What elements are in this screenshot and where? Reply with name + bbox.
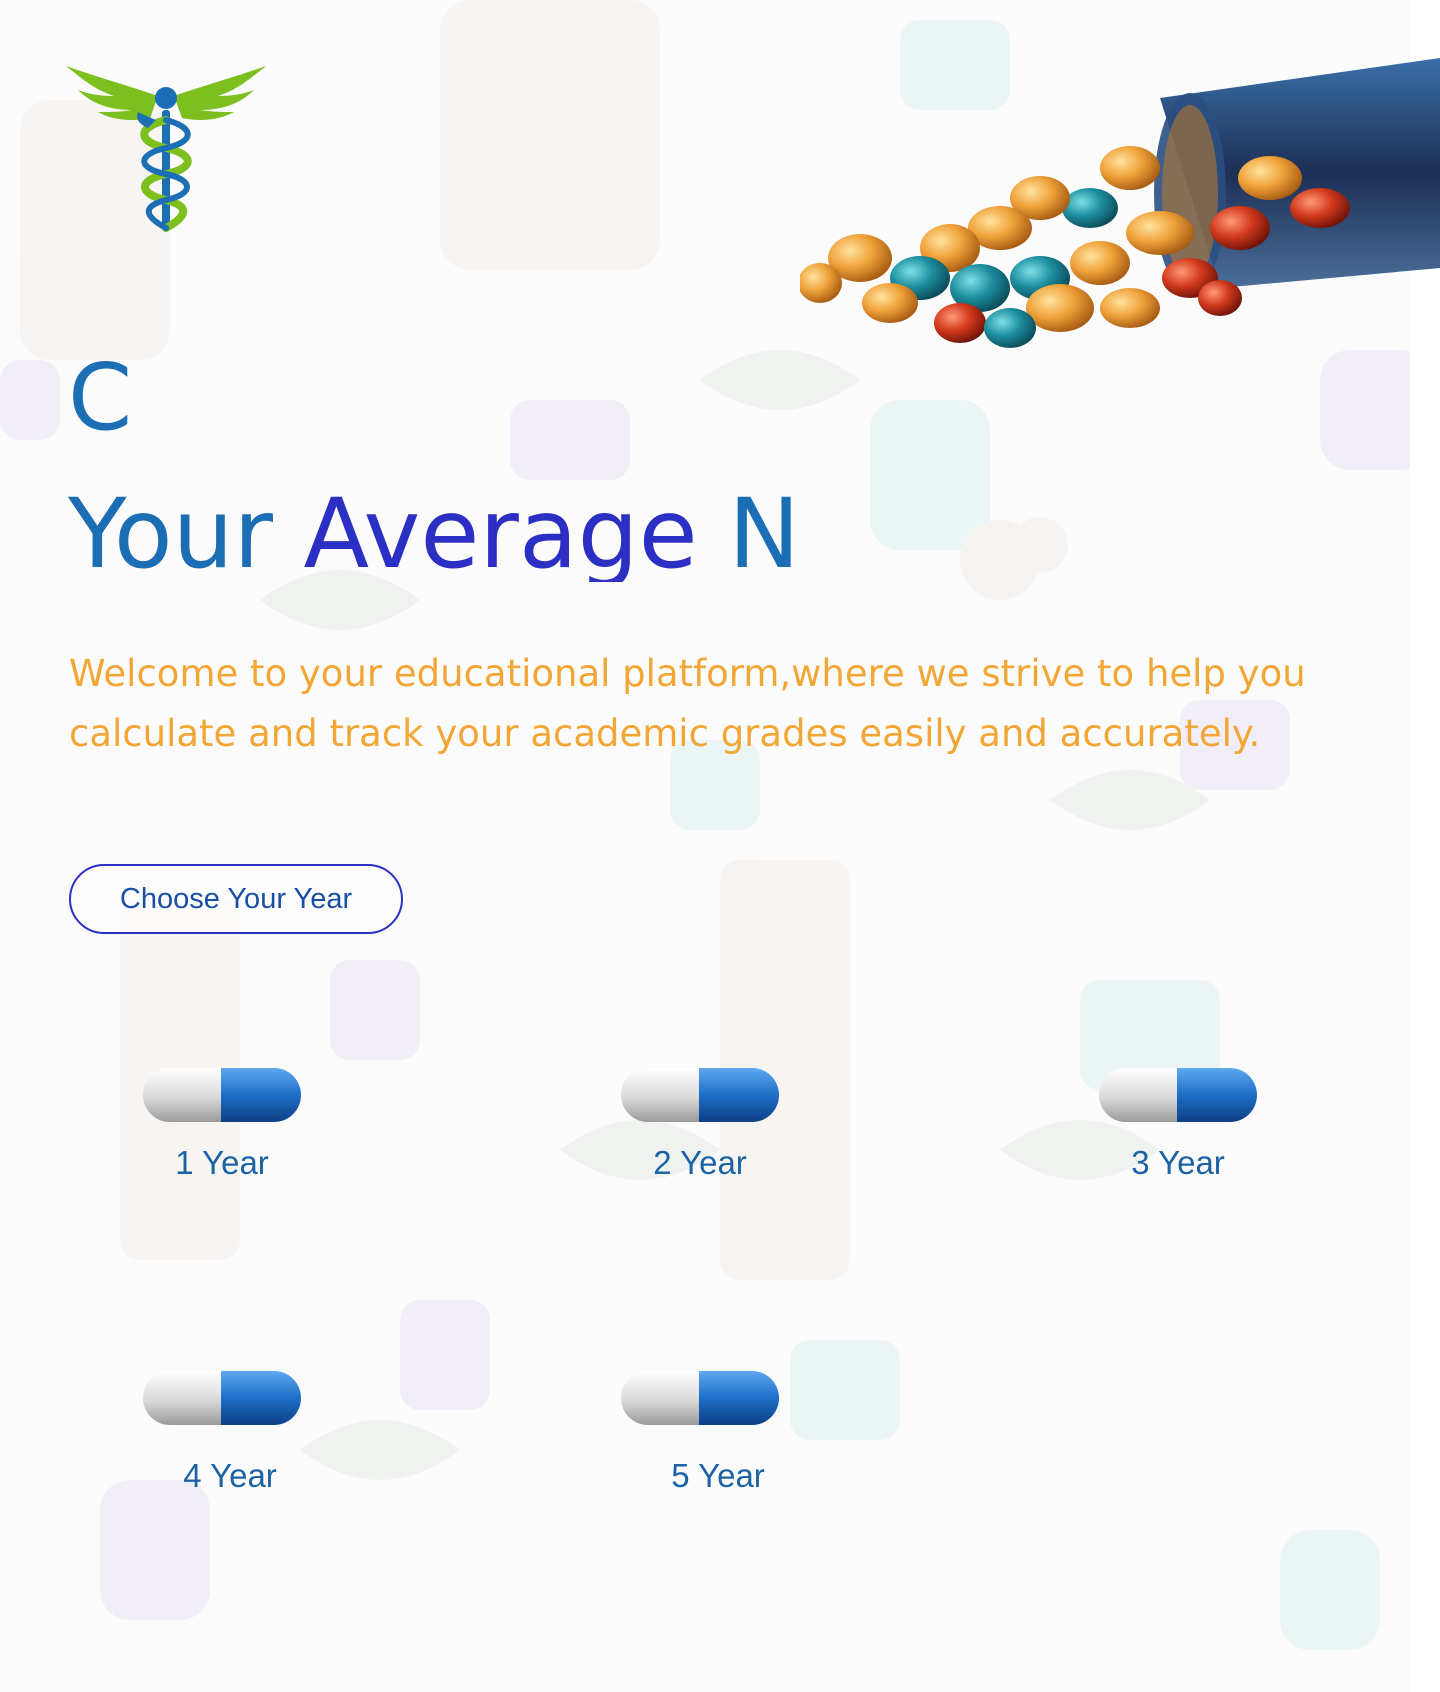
pill-bottle-icon — [798, 58, 1440, 358]
capsule-icon — [621, 1371, 779, 1425]
choose-year-button[interactable]: Choose Your Year — [69, 864, 403, 934]
year-card-3[interactable]: 3 Year — [1032, 1066, 1332, 1266]
year-label: 4 Year — [183, 1457, 277, 1494]
hero-description: Welcome to your educational platform,whe… — [69, 652, 1306, 755]
capsule-icon — [1099, 1068, 1257, 1122]
hero-line-2-accent: Average — [303, 486, 698, 582]
year-label: 2 Year — [653, 1144, 747, 1181]
capsule-icon — [621, 1068, 779, 1122]
hero-line-2-part-1: Your — [68, 486, 304, 582]
year-card-1[interactable]: 1 Year — [76, 1066, 376, 1266]
year-label: 5 Year — [671, 1457, 765, 1494]
year-label: 1 Year — [175, 1144, 269, 1181]
hero-typed-line-2: Your Average N — [68, 486, 838, 582]
hero-typed-line-1: C — [68, 344, 133, 451]
capsule-icon — [143, 1068, 301, 1122]
caduceus-logo-icon[interactable] — [66, 60, 266, 240]
year-card-4[interactable]: 4 Year — [76, 1369, 376, 1569]
capsule-icon — [143, 1371, 301, 1425]
hero-line-2-part-2: N — [697, 486, 800, 582]
year-card-5[interactable]: 5 Year — [554, 1369, 854, 1569]
year-label: 3 Year — [1131, 1144, 1225, 1181]
year-card-2[interactable]: 2 Year — [554, 1066, 854, 1266]
